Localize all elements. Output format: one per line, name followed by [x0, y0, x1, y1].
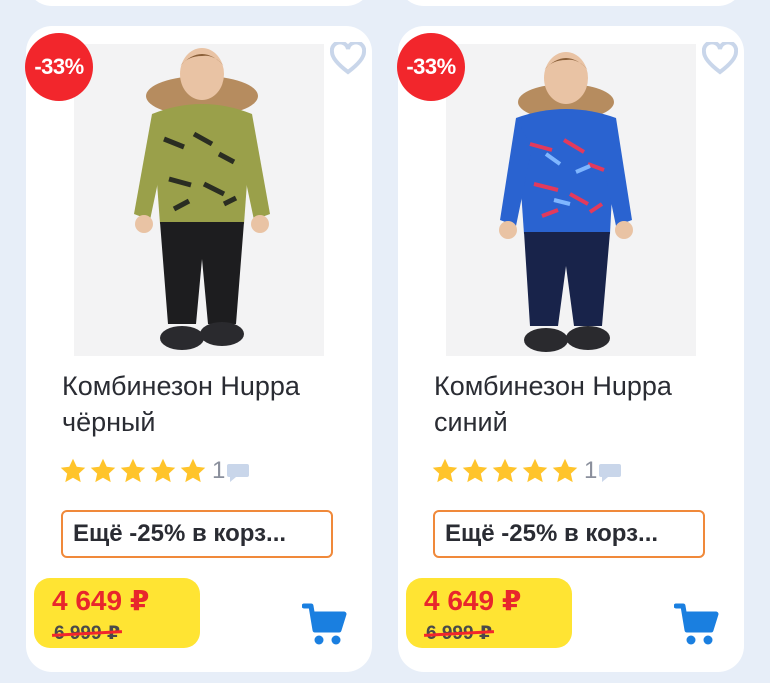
kid-in-snowsuit-image — [446, 44, 696, 356]
product-title-line-1: Комбинезон Huppa — [434, 371, 672, 401]
star-icon — [120, 458, 146, 483]
star-icon — [60, 458, 86, 483]
star-icon — [180, 458, 206, 483]
product-title-line-1: Комбинезон Huppa — [62, 371, 300, 401]
add-to-cart-icon[interactable] — [302, 602, 348, 646]
kid-in-snowsuit-image — [74, 44, 324, 356]
star-icon — [432, 458, 458, 483]
price-current: 4 649 ₽ — [424, 585, 522, 616]
discount-badge: -33% — [397, 33, 465, 101]
jacket-shape — [516, 109, 616, 234]
comment-icon — [227, 464, 250, 482]
heart-icon[interactable] — [702, 42, 738, 76]
previous-card-edge-left — [26, 0, 372, 6]
product-title-line-2: чёрный — [62, 407, 156, 437]
review-count: 1 — [212, 457, 226, 484]
price-current: 4 649 ₽ — [52, 585, 150, 616]
star-icon — [552, 458, 578, 483]
product-title[interactable]: Комбинезон Huppa синий — [434, 368, 724, 440]
star-icon — [522, 458, 548, 483]
price-old: 6 999 ₽ — [54, 623, 121, 644]
product-photo[interactable] — [446, 44, 696, 356]
promo-cart-discount[interactable]: Ещё -25% в корз... — [61, 510, 333, 558]
discount-badge: -33% — [25, 33, 93, 101]
add-to-cart-icon[interactable] — [674, 602, 720, 646]
star-icon — [462, 458, 488, 483]
star-icon — [492, 458, 518, 483]
promo-cart-discount[interactable]: Ещё -25% в корз... — [433, 510, 705, 558]
review-count: 1 — [584, 457, 598, 484]
jacket-shape — [152, 104, 252, 224]
star-icon — [150, 458, 176, 483]
comment-icon — [599, 464, 622, 482]
star-icon — [90, 458, 116, 483]
product-photo[interactable] — [74, 44, 324, 356]
price-old: 6 999 ₽ — [426, 623, 493, 644]
rating[interactable]: 1 — [431, 454, 622, 488]
rating[interactable]: 1 — [59, 454, 250, 488]
product-title[interactable]: Комбинезон Huppa чёрный — [62, 368, 352, 440]
product-card[interactable]: -33% Комбинезон Huppa чёрный 1 Ещё -25% … — [25, 26, 372, 672]
previous-card-edge-right — [398, 0, 744, 6]
heart-icon[interactable] — [330, 42, 366, 76]
product-card[interactable]: -33% Комбинезон Huppa синий 1 Ещё -25% в… — [397, 26, 744, 672]
product-title-line-2: синий — [434, 407, 508, 437]
